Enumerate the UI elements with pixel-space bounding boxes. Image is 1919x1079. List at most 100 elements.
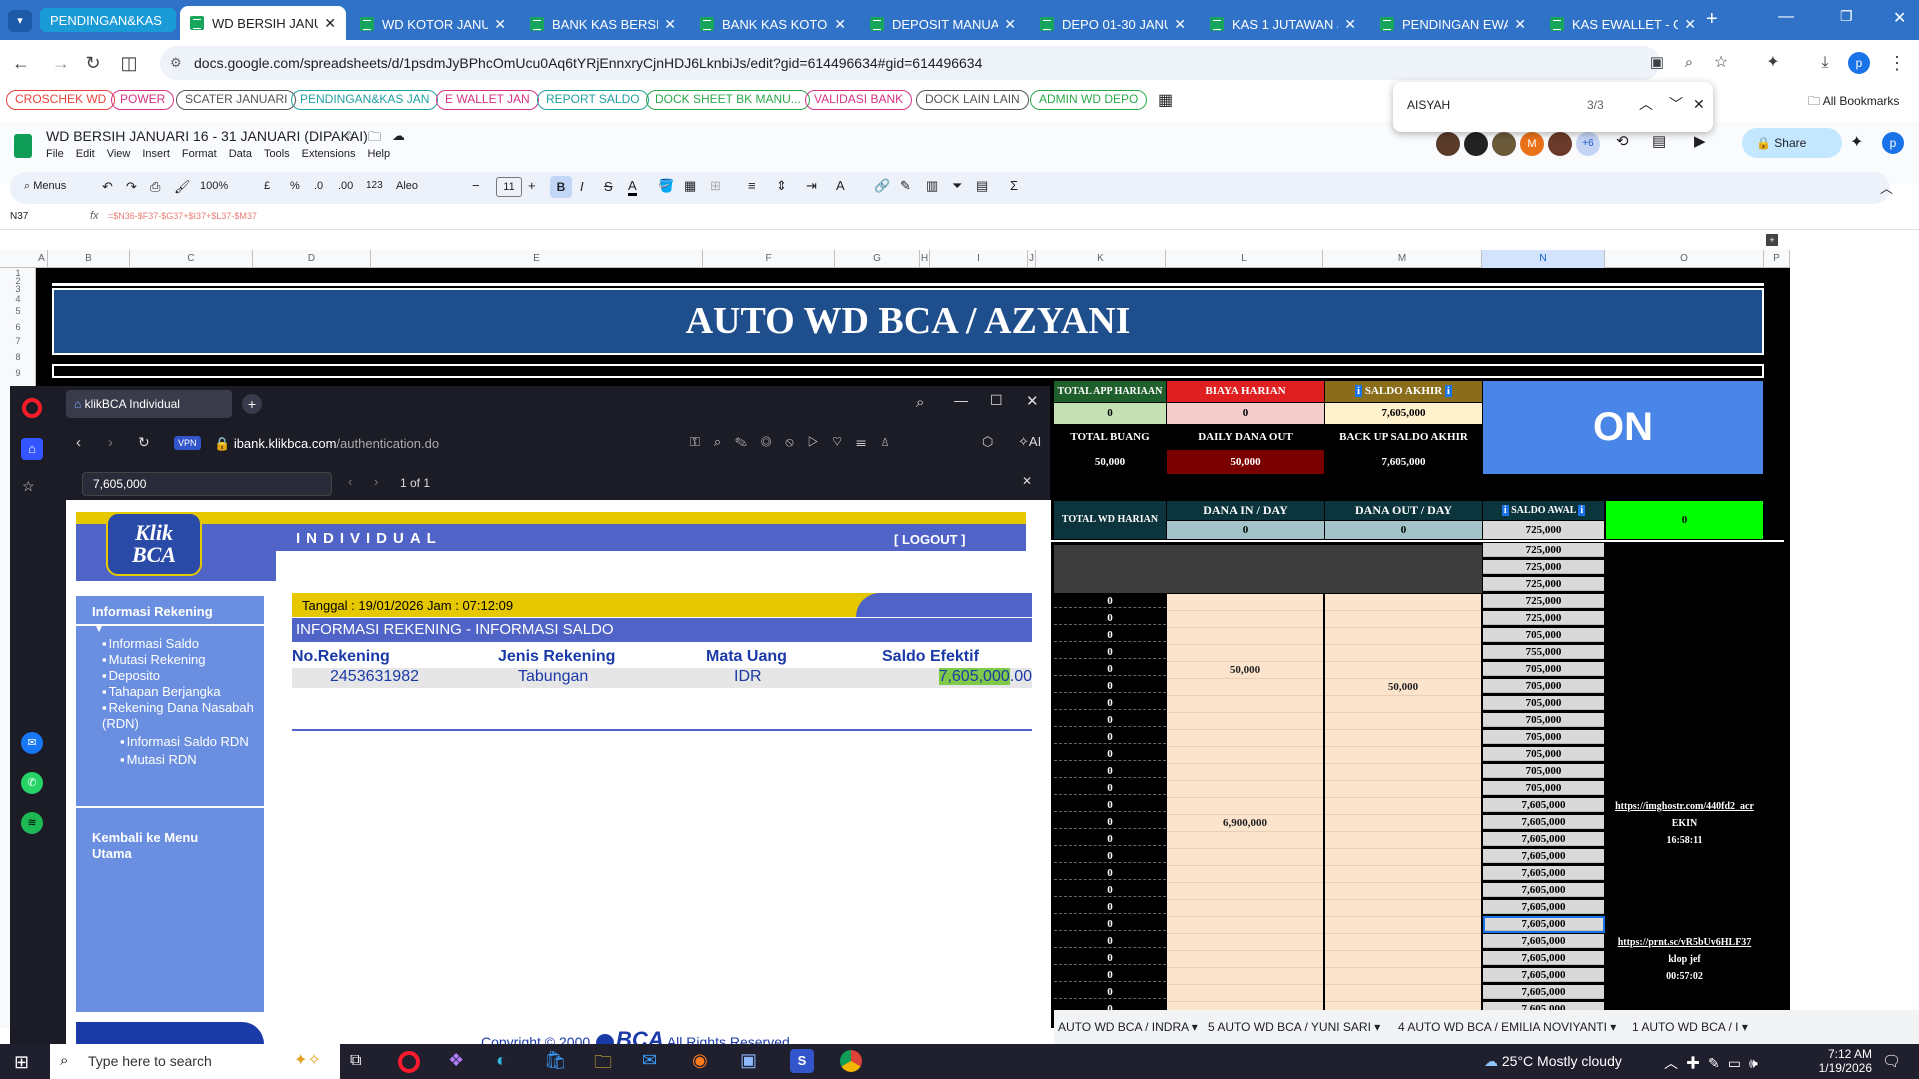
col-k-cell[interactable]: 0 xyxy=(1054,798,1166,812)
close-tab-icon[interactable]: ✕ xyxy=(1004,16,1016,33)
menu-format[interactable]: Format xyxy=(182,148,217,160)
zoom-select[interactable]: 100% xyxy=(200,180,228,192)
col-m-cell[interactable] xyxy=(1325,934,1481,951)
opera-reload-icon[interactable]: ↻ xyxy=(138,434,150,451)
weather-widget[interactable]: ☁ 25°C Mostly cloudy xyxy=(1484,1053,1622,1070)
sheet-tab[interactable]: 5 AUTO WD BCA / YUNI SARI ▾ xyxy=(1208,1020,1380,1034)
task-view-icon[interactable]: ⧉ xyxy=(350,1052,361,1070)
minimize-icon[interactable]: — xyxy=(1778,8,1794,26)
back-to-main-menu[interactable]: Kembali ke Menu Utama xyxy=(92,830,232,862)
browser-tab[interactable]: WD KOTOR JANUA ✕ xyxy=(350,8,516,40)
increase-decimal[interactable]: .00 xyxy=(338,180,353,192)
column-header-f[interactable]: F xyxy=(703,250,835,268)
row-header[interactable]: 7 xyxy=(0,336,36,346)
formula-input[interactable]: =$N36-$F37-$G37+$I37+$L37-$M37 xyxy=(108,211,257,221)
bookmark-item[interactable]: E WALLET JAN xyxy=(436,90,539,110)
col-k-cell[interactable]: 0 xyxy=(1054,713,1166,727)
col-n-cell[interactable]: 7,605,000 xyxy=(1483,985,1604,999)
filter-views-icon[interactable]: ▤ xyxy=(976,178,988,194)
col-l-cell[interactable] xyxy=(1167,866,1323,883)
col-n-cell[interactable]: 7,605,000 xyxy=(1483,832,1604,846)
col-m-cell[interactable] xyxy=(1325,900,1481,917)
col-n-cell[interactable]: 7,605,000 xyxy=(1483,798,1604,812)
menu-kebab-icon[interactable]: ⋮ xyxy=(1884,50,1910,76)
gemini-icon[interactable]: ✦ xyxy=(1850,132,1863,152)
submenu-item[interactable]: ▪ Mutasi RDN xyxy=(120,752,260,768)
menu-item[interactable]: ▪ Mutasi Rekening xyxy=(102,652,262,668)
browser-tab[interactable]: KAS EWALLET - G ✕ xyxy=(1540,8,1706,40)
opera-find-next-icon[interactable]: › xyxy=(374,474,378,489)
col-n-cell[interactable]: 7,605,000 xyxy=(1483,815,1604,829)
opera-logo-icon[interactable] xyxy=(22,398,42,418)
menu-insert[interactable]: Insert xyxy=(142,148,170,160)
bookmark-item[interactable]: SCATER JANUARI xyxy=(176,90,297,110)
col-m-cell[interactable] xyxy=(1325,798,1481,815)
browser-tab[interactable]: KAS 1 JUTAWAN J ✕ xyxy=(1200,8,1366,40)
col-m-cell[interactable] xyxy=(1325,611,1481,628)
app-taskbar-icon[interactable]: ▣ xyxy=(740,1050,757,1071)
close-window-icon[interactable]: ✕ xyxy=(1893,8,1906,28)
number-format[interactable]: 123 xyxy=(366,180,383,191)
menu-item[interactable]: ▪ Deposito xyxy=(102,668,262,684)
col-n-cell[interactable]: 725,000 xyxy=(1483,594,1604,608)
paint-format-icon[interactable]: 🖌 xyxy=(174,179,191,195)
note-link[interactable]: https://prnt.sc/vR5bUv6HLF37 xyxy=(1606,934,1763,951)
opera-back-icon[interactable]: ‹ xyxy=(76,434,81,451)
col-l-cell[interactable] xyxy=(1167,764,1323,781)
column-header-e[interactable]: E xyxy=(371,250,703,268)
menu-edit[interactable]: Edit xyxy=(76,148,95,160)
rotate-icon[interactable]: A xyxy=(836,178,845,193)
add-sheet-corner-icon[interactable]: + xyxy=(1766,234,1778,246)
font-size-increase[interactable]: + xyxy=(528,178,536,193)
col-n-cell[interactable]: 705,000 xyxy=(1483,662,1604,676)
opera-forward-icon[interactable]: › xyxy=(108,434,113,451)
col-m-cell[interactable] xyxy=(1325,985,1481,1002)
star-icon[interactable]: ☆ xyxy=(344,128,356,144)
opera-toolbar-icons[interactable]: ⚿⌕✎◎⦸▷♡☰♙ xyxy=(690,434,904,450)
all-bookmarks[interactable]: 🗀 All Bookmarks xyxy=(1808,92,1899,113)
opera-taskbar-icon[interactable] xyxy=(398,1051,420,1073)
column-header-b[interactable]: B xyxy=(48,250,130,268)
col-m-cell[interactable] xyxy=(1325,917,1481,934)
col-n-cell[interactable]: 725,000 xyxy=(1483,543,1604,557)
col-m-cell[interactable] xyxy=(1325,764,1481,781)
find-close-icon[interactable]: ✕ xyxy=(1693,96,1705,113)
functions-icon[interactable]: Σ xyxy=(1010,178,1018,193)
col-n-cell[interactable]: 725,000 xyxy=(1483,577,1604,591)
back-icon[interactable]: ← xyxy=(8,50,34,76)
col-k-cell[interactable]: 0 xyxy=(1054,832,1166,846)
col-n-cell[interactable]: 7,605,000 xyxy=(1483,849,1604,863)
opera-search-icon[interactable]: ⌕ xyxy=(916,394,924,411)
strikethrough-icon[interactable]: S xyxy=(604,179,613,194)
document-title[interactable]: WD BERSIH JANUARI 16 - 31 JANUARI (DIPAK… xyxy=(46,128,368,144)
col-k-cell[interactable]: 0 xyxy=(1054,815,1166,829)
split-view-icon[interactable]: ◫ xyxy=(116,50,142,76)
site-info-icon[interactable]: ⚙ xyxy=(170,46,182,80)
chrome-taskbar-icon[interactable] xyxy=(840,1050,862,1072)
menu-data[interactable]: Data xyxy=(229,148,252,160)
menu-item[interactable]: ▪ Tahapan Berjangka xyxy=(102,684,262,700)
history-icon[interactable]: ⟲ xyxy=(1616,132,1629,150)
bookmark-item[interactable]: DOCK LAIN LAIN xyxy=(916,90,1029,110)
explorer-taskbar-icon[interactable]: 🗀 xyxy=(594,1050,612,1079)
bookmark-item[interactable]: CROSCHEK WD xyxy=(6,90,116,110)
windows-start-icon[interactable]: ⊞ xyxy=(14,1052,29,1073)
col-m-cell[interactable] xyxy=(1325,747,1481,764)
col-n-cell[interactable]: 705,000 xyxy=(1483,628,1604,642)
col-n-cell[interactable]: 705,000 xyxy=(1483,679,1604,693)
col-k-cell[interactable]: 0 xyxy=(1054,900,1166,914)
text-color-icon[interactable]: A xyxy=(628,178,637,196)
filter-icon[interactable]: ⏷ xyxy=(952,178,962,194)
fill-color-icon[interactable]: 🪣 xyxy=(658,178,674,194)
bookmark-item[interactable]: REPORT SALDO xyxy=(537,90,649,110)
move-folder-icon[interactable]: 🗀 xyxy=(368,128,381,150)
menu-file[interactable]: File xyxy=(46,148,64,160)
col-k-cell[interactable]: 0 xyxy=(1054,662,1166,676)
wrap-icon[interactable]: ⇥ xyxy=(806,178,817,194)
column-header-p[interactable]: P xyxy=(1764,250,1790,268)
col-m-cell[interactable] xyxy=(1325,951,1481,968)
undo-icon[interactable]: ↶ xyxy=(102,179,113,195)
bookmark-item[interactable]: PENDINGAN&KAS JAN xyxy=(291,90,439,110)
bookmark-star-icon[interactable]: ☆ xyxy=(1708,50,1734,76)
col-m-cell[interactable] xyxy=(1325,696,1481,713)
